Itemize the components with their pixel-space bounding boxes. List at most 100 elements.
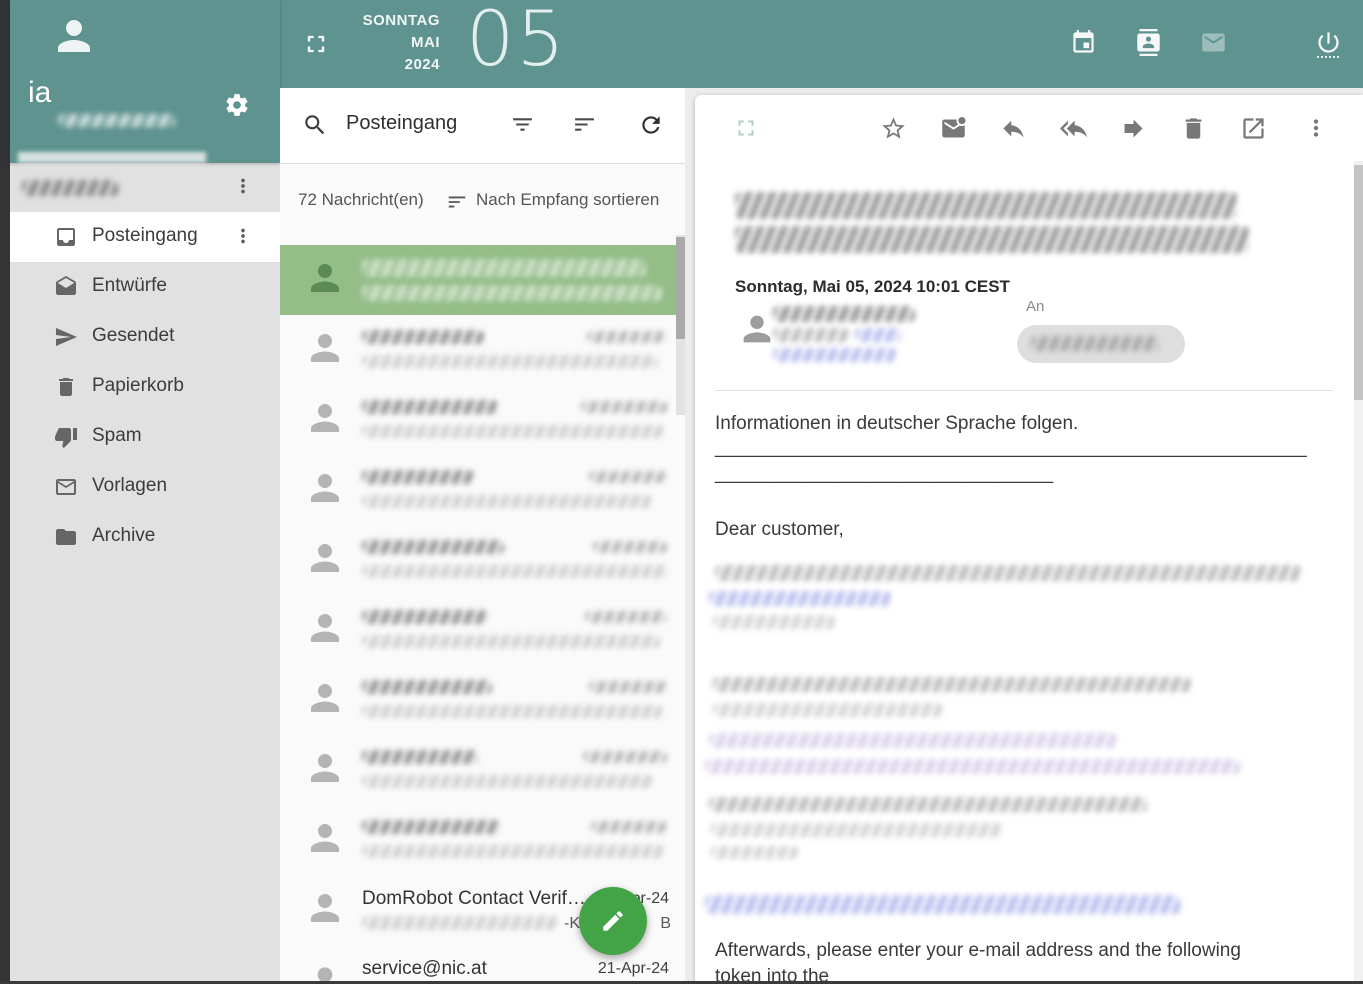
redacted-body-line xyxy=(709,797,1147,812)
message-row[interactable] xyxy=(280,385,685,455)
sidebar-item-archive[interactable]: Archive xyxy=(10,512,280,562)
account-row[interactable] xyxy=(10,163,280,212)
redacted-body-link[interactable] xyxy=(705,895,1180,914)
user-avatar-icon[interactable] xyxy=(50,12,98,60)
header-blur-strip xyxy=(18,152,206,163)
message-row[interactable] xyxy=(280,455,685,525)
message-row[interactable] xyxy=(280,805,685,875)
redacted-date xyxy=(589,681,667,693)
redacted-sender xyxy=(362,470,474,484)
size-fragment: B xyxy=(660,915,671,933)
contacts-icon[interactable] xyxy=(1135,29,1162,56)
message-row[interactable] xyxy=(280,595,685,665)
redacted-body-line xyxy=(705,759,1240,774)
sort-icon[interactable] xyxy=(572,112,597,137)
sidebar-item-posteingang[interactable]: Posteingang xyxy=(10,212,280,262)
refresh-icon[interactable] xyxy=(638,112,664,138)
redacted-subject-line1 xyxy=(735,192,1237,219)
list-toolbar: 72 Nachricht(en) Nach Empfang sortieren xyxy=(280,164,685,235)
kebab-menu-icon[interactable] xyxy=(232,225,254,247)
redacted-sender-email xyxy=(773,348,897,362)
avatar xyxy=(304,257,346,299)
redacted-body-line xyxy=(715,565,1301,581)
sort-order-label[interactable]: Nach Empfang sortieren xyxy=(476,190,659,210)
folder-label: Posteingang xyxy=(92,225,198,247)
sort-lines-icon[interactable] xyxy=(446,191,468,213)
avatar xyxy=(304,537,346,579)
redacted-sender xyxy=(362,610,488,624)
forward-icon[interactable] xyxy=(1120,115,1147,142)
trash-icon[interactable] xyxy=(1180,115,1207,142)
drafts-icon xyxy=(54,275,78,299)
redacted-subject-line2 xyxy=(735,226,1249,253)
star-icon[interactable] xyxy=(880,115,907,142)
redacted-recipient xyxy=(1031,336,1159,351)
redacted-sender xyxy=(362,680,492,694)
body-separator-2: ________________________________ xyxy=(715,463,1053,485)
user-initials: ia xyxy=(28,76,51,110)
reader-scrollbar-thumb[interactable] xyxy=(1354,165,1363,400)
recipient-chip[interactable] xyxy=(1017,325,1185,363)
redacted-date xyxy=(591,821,667,833)
list-scrollbar-thumb[interactable] xyxy=(676,237,685,339)
sidebar-item-vorlagen[interactable]: Vorlagen xyxy=(10,462,280,512)
body-outro-1: Afterwards, please enter your e-mail add… xyxy=(715,940,1241,962)
redacted-subject xyxy=(362,425,664,438)
redacted-sender xyxy=(362,330,484,344)
header-divider xyxy=(715,390,1333,391)
fullscreen-icon[interactable] xyxy=(302,30,330,58)
redacted-subject xyxy=(362,705,662,718)
filter-icon[interactable] xyxy=(510,112,535,137)
message-sender: DomRobot Contact Verif… xyxy=(362,888,586,910)
sidebar-item-spam[interactable]: Spam xyxy=(10,412,280,462)
message-row[interactable] xyxy=(280,735,685,805)
message-date-line: Sonntag, Mai 05, 2024 10:01 CEST xyxy=(735,277,1010,297)
compose-button[interactable] xyxy=(579,887,647,955)
folder-label: Vorlagen xyxy=(92,475,167,497)
folder-label: Papierkorb xyxy=(92,375,184,397)
body-greeting: Dear customer, xyxy=(715,519,844,541)
avatar xyxy=(304,747,346,789)
search-icon[interactable] xyxy=(302,112,328,138)
mail-icon[interactable] xyxy=(1200,29,1227,56)
open-in-new-icon[interactable] xyxy=(1240,115,1267,142)
redacted-subject xyxy=(362,775,654,788)
calendar-icon[interactable] xyxy=(1070,29,1097,56)
redacted-subject xyxy=(362,635,660,648)
more-icon[interactable] xyxy=(1303,115,1329,141)
redacted-account-name xyxy=(22,180,118,196)
sidebar-item-gesendet[interactable]: Gesendet xyxy=(10,312,280,362)
redacted-subject xyxy=(362,285,662,301)
message-row[interactable] xyxy=(280,665,685,735)
gear-icon[interactable] xyxy=(224,92,250,118)
folder-icon xyxy=(54,525,78,549)
sidebar-item-papierkorb[interactable]: Papierkorb xyxy=(10,362,280,412)
topbar: SONNTAG MAI 2024 05 xyxy=(280,0,1363,88)
message-row[interactable] xyxy=(280,315,685,385)
search-scope-label: Posteingang xyxy=(346,112,457,135)
message-row[interactable] xyxy=(280,525,685,595)
reply-all-icon[interactable] xyxy=(1060,115,1087,142)
sidebar: ia Posteingang Entw xyxy=(10,0,280,984)
redacted-body-link[interactable] xyxy=(709,591,891,606)
avatar xyxy=(304,677,346,719)
search-bar[interactable]: Posteingang xyxy=(280,88,685,164)
avatar xyxy=(304,887,346,929)
redacted-body-line xyxy=(711,846,799,859)
redacted-sender xyxy=(362,540,504,554)
reply-icon[interactable] xyxy=(1000,115,1027,142)
sidebar-item-entwuerfe[interactable]: Entwürfe xyxy=(10,262,280,312)
message-count: 72 Nachricht(en) xyxy=(298,190,424,210)
redacted-date xyxy=(581,401,667,413)
redacted-date xyxy=(593,541,667,553)
avatar xyxy=(304,817,346,859)
trash-icon xyxy=(54,375,78,399)
power-icon[interactable] xyxy=(1315,29,1342,56)
inbox-icon xyxy=(54,225,78,249)
message-row-selected[interactable] xyxy=(280,245,685,315)
kebab-menu-icon[interactable] xyxy=(232,175,254,197)
redacted-sender-detail xyxy=(773,328,849,342)
mark-unread-icon[interactable] xyxy=(940,115,967,142)
fullscreen-icon[interactable] xyxy=(733,115,759,141)
redacted-sender-name xyxy=(773,306,915,322)
